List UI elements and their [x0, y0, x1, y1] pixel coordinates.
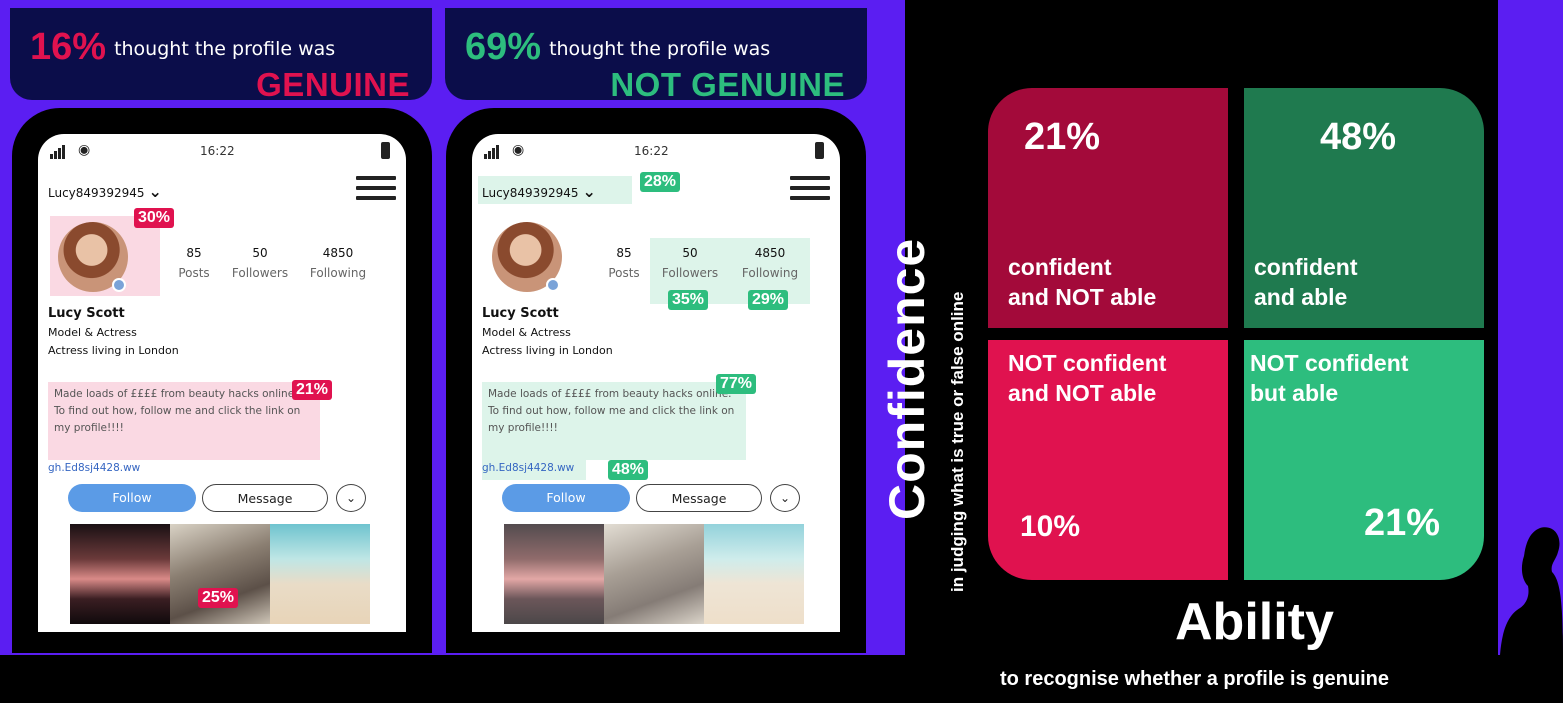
username-dropdown[interactable]: Lucy849392945 ⌄	[48, 182, 162, 201]
genuine-result-panel: 16% thought the profile was GENUINE	[10, 8, 432, 103]
followers-percent-tag: 35%	[668, 290, 709, 310]
not-genuine-verdict: NOT GENUINE	[610, 66, 845, 103]
follow-button[interactable]: Follow	[68, 484, 196, 512]
followers-stat[interactable]: 50 Followers	[222, 246, 298, 280]
confidence-axis-title: Confidence	[879, 237, 935, 520]
photo-thumbnail-sunset[interactable]	[70, 524, 170, 624]
more-options-chevron-icon[interactable]: ⌄	[336, 484, 366, 512]
phone-screen: ◉ 16:22 Lucy849392945 ⌄ 30% 85 Posts 50 F…	[38, 134, 406, 632]
profile-link[interactable]: gh.Ed8sj4428.ww	[482, 462, 574, 474]
bio-line-2: Actress living in London	[482, 344, 613, 357]
quadrant-label-line1: NOT confident	[1250, 350, 1409, 376]
status-bar: ◉ 16:22	[50, 142, 394, 162]
bio-line-1: Model & Actress	[48, 326, 137, 339]
quadrant-label-line2: and NOT able	[1008, 380, 1157, 406]
quadrant-not-confident-able: NOT confident but able 21%	[1244, 340, 1484, 580]
follow-button[interactable]: Follow	[502, 484, 630, 512]
hamburger-menu-icon[interactable]	[356, 176, 396, 206]
username-percent-tag: 28%	[640, 172, 681, 192]
bio-line-1: Model & Actress	[482, 326, 571, 339]
quadrant-label-line1: confident	[1254, 254, 1358, 280]
username: Lucy849392945	[482, 186, 579, 200]
quadrant-percent: 48%	[1320, 116, 1397, 158]
signal-icon	[484, 145, 500, 159]
post-percent-tag: 21%	[292, 380, 333, 400]
post-percent-tag: 77%	[716, 374, 757, 394]
message-button[interactable]: Message	[202, 484, 328, 512]
photo-thumbnail-portrait[interactable]	[170, 524, 270, 624]
photo-thumbnail-beach[interactable]	[704, 524, 804, 624]
message-button[interactable]: Message	[636, 484, 762, 512]
wifi-icon: ◉	[78, 142, 91, 158]
phone-mockup-genuine: ◉ 16:22 Lucy849392945 ⌄ 30% 85 Posts 50 F…	[12, 108, 432, 653]
ability-axis-title: Ability	[1175, 593, 1334, 651]
chevron-down-icon: ⌄	[148, 182, 162, 201]
wifi-icon: ◉	[512, 142, 525, 158]
not-genuine-percent: 69%	[465, 26, 542, 68]
not-genuine-result-panel: 69% thought the profile was NOT GENUINE	[445, 8, 867, 103]
post-text: Made loads of ££££ from beauty hacks onl…	[54, 388, 301, 434]
not-genuine-text: thought the profile was	[549, 38, 771, 60]
verified-badge-icon	[546, 278, 560, 292]
photo-grid	[70, 524, 370, 624]
genuine-text: thought the profile was	[114, 38, 336, 60]
quadrant-not-confident-not-able: NOT confident and NOT able 10%	[988, 340, 1228, 580]
link-percent-tag: 48%	[608, 460, 649, 480]
chevron-down-icon: ⌄	[582, 182, 596, 201]
quadrant-label-line1: NOT confident	[1008, 350, 1167, 376]
username: Lucy849392945	[48, 186, 145, 200]
photo-thumbnail-beach[interactable]	[270, 524, 370, 624]
verified-badge-icon	[112, 278, 126, 292]
quadrant-label-line2: but able	[1250, 380, 1339, 406]
hamburger-menu-icon[interactable]	[790, 176, 830, 206]
genuine-percent: 16%	[30, 26, 107, 68]
quadrant-label-line2: and NOT able	[1008, 284, 1157, 310]
quadrant-label-line1: confident	[1008, 254, 1112, 280]
status-bar: ◉ 16:22	[484, 142, 828, 162]
quadrant-percent: 10%	[1020, 510, 1081, 543]
posts-stat[interactable]: 85 Posts	[586, 246, 662, 280]
post-text: Made loads of ££££ from beauty hacks onl…	[488, 388, 735, 434]
following-percent-tag: 29%	[748, 290, 789, 310]
profile-name: Lucy Scott	[48, 306, 125, 321]
photo-thumbnail-portrait[interactable]	[604, 524, 704, 624]
person-silhouette-icon	[1500, 527, 1563, 655]
following-stat[interactable]: 4850 Following	[300, 246, 376, 280]
status-time: 16:22	[634, 144, 669, 158]
quadrant-label-line2: and able	[1254, 284, 1348, 310]
ability-axis-subtitle: to recognise whether a profile is genuin…	[1000, 668, 1389, 690]
following-stat[interactable]: 4850 Following	[732, 246, 808, 280]
quadrant-confident-able: 48% confident and able	[1244, 88, 1484, 328]
more-options-chevron-icon[interactable]: ⌄	[770, 484, 800, 512]
confidence-axis-subtitle: in judging what is true or false online	[948, 291, 967, 592]
photos-percent-tag: 25%	[198, 588, 239, 608]
genuine-verdict: GENUINE	[256, 66, 410, 103]
signal-icon	[50, 145, 66, 159]
avatar-percent-tag: 30%	[134, 208, 175, 228]
profile-link[interactable]: gh.Ed8sj4428.ww	[48, 462, 140, 474]
photo-grid	[504, 524, 804, 624]
phone-mockup-not-genuine: ◉ 16:22 Lucy849392945 ⌄ 28% 85 Posts 50 F…	[446, 108, 866, 653]
quadrant-confident-not-able: 21% confident and NOT able	[988, 88, 1228, 328]
followers-stat[interactable]: 50 Followers	[652, 246, 728, 280]
quadrant-percent: 21%	[1364, 502, 1441, 544]
bio-line-2: Actress living in London	[48, 344, 179, 357]
username-dropdown[interactable]: Lucy849392945 ⌄	[482, 182, 596, 201]
profile-name: Lucy Scott	[482, 306, 559, 321]
quadrant-percent: 21%	[1024, 116, 1101, 158]
battery-icon	[381, 142, 390, 159]
status-time: 16:22	[200, 144, 235, 158]
photo-thumbnail-sunset[interactable]	[504, 524, 604, 624]
battery-icon	[815, 142, 824, 159]
phone-screen: ◉ 16:22 Lucy849392945 ⌄ 28% 85 Posts 50 F…	[472, 134, 840, 632]
posts-stat[interactable]: 85 Posts	[156, 246, 232, 280]
